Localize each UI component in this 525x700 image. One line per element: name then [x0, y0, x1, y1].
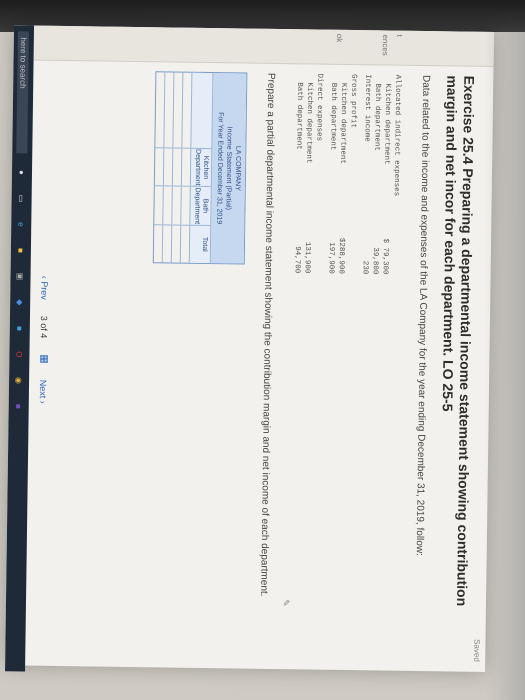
column-label-blank: [191, 73, 212, 148]
next-button[interactable]: Next ›: [38, 380, 48, 404]
intro-text: Data related to the income and expenses …: [413, 74, 432, 556]
grid-icon[interactable]: ▦: [38, 354, 49, 364]
browser-screen: Saved t ences ok Exercise 25.4 Preparing…: [5, 25, 495, 672]
row-label-input[interactable]: [182, 73, 191, 148]
total-input[interactable]: [162, 224, 172, 263]
edge-icon[interactable]: e: [15, 217, 27, 231]
bath-input[interactable]: [163, 185, 172, 225]
chrome-icon[interactable]: ◉: [13, 373, 25, 387]
saved-status: Saved: [472, 639, 482, 662]
total-input[interactable]: [153, 223, 163, 263]
taskbar: here to search ● ▭ e ■ ▣ ◆ ■ O ◉ ■: [5, 25, 35, 672]
column-total: Total: [189, 224, 211, 264]
store-icon[interactable]: ▣: [14, 269, 26, 283]
kitchen-input[interactable]: [163, 147, 173, 186]
nav-fragment[interactable]: ok: [335, 34, 344, 43]
pencil-icon[interactable]: ✎: [280, 599, 291, 607]
taskbar-search[interactable]: here to search: [16, 31, 30, 154]
question-content: Exercise 25.4 Preparing a departmental i…: [147, 71, 477, 655]
folder-icon[interactable]: ■: [15, 243, 27, 257]
total-input[interactable]: [171, 224, 181, 263]
left-navigation: t ences ok: [13, 25, 495, 67]
row-label-input[interactable]: [173, 73, 182, 148]
app-icon[interactable]: ■: [13, 399, 25, 413]
photo-shadow: [485, 32, 525, 700]
page-indicator: 3 of 4: [39, 315, 50, 339]
column-bath: Bath Department: [190, 185, 211, 225]
dropbox-icon[interactable]: ◆: [14, 295, 26, 309]
kitchen-input[interactable]: [181, 147, 191, 186]
bath-input[interactable]: [181, 185, 190, 225]
row-label-input[interactable]: [164, 72, 173, 147]
total-input[interactable]: [180, 224, 190, 263]
kitchen-input[interactable]: [154, 147, 164, 186]
data-table: Allocated indirect expenses Kitchen depa…: [292, 73, 403, 275]
bath-input[interactable]: [172, 185, 181, 225]
kitchen-input[interactable]: [172, 147, 182, 186]
pagination: ‹ Prev 3 of 4 ▦ Next ›: [38, 276, 51, 404]
instructions-text: Prepare a partial departmental income st…: [258, 72, 277, 597]
nav-fragment[interactable]: t: [395, 35, 404, 37]
task-view-icon[interactable]: ▭: [16, 191, 28, 205]
microphone-icon[interactable]: ●: [16, 165, 28, 179]
row-label-input[interactable]: [155, 72, 164, 147]
app-icon[interactable]: ■: [14, 321, 26, 335]
exercise-title: Exercise 25.4 Preparing a departmental i…: [439, 75, 478, 607]
bath-input[interactable]: [154, 185, 163, 224]
income-statement-form: LA COMPANY Income Statement (Partial) Fo…: [152, 71, 248, 265]
statement-column-headers: Kitchen Department Bath Department Total: [189, 72, 214, 264]
column-kitchen: Kitchen Department: [190, 147, 212, 187]
prev-button[interactable]: ‹ Prev: [40, 276, 50, 300]
opera-icon[interactable]: O: [13, 347, 25, 361]
nav-fragment[interactable]: ences: [381, 34, 390, 55]
statement-header: LA COMPANY Income Statement (Partial) Fo…: [210, 73, 247, 264]
